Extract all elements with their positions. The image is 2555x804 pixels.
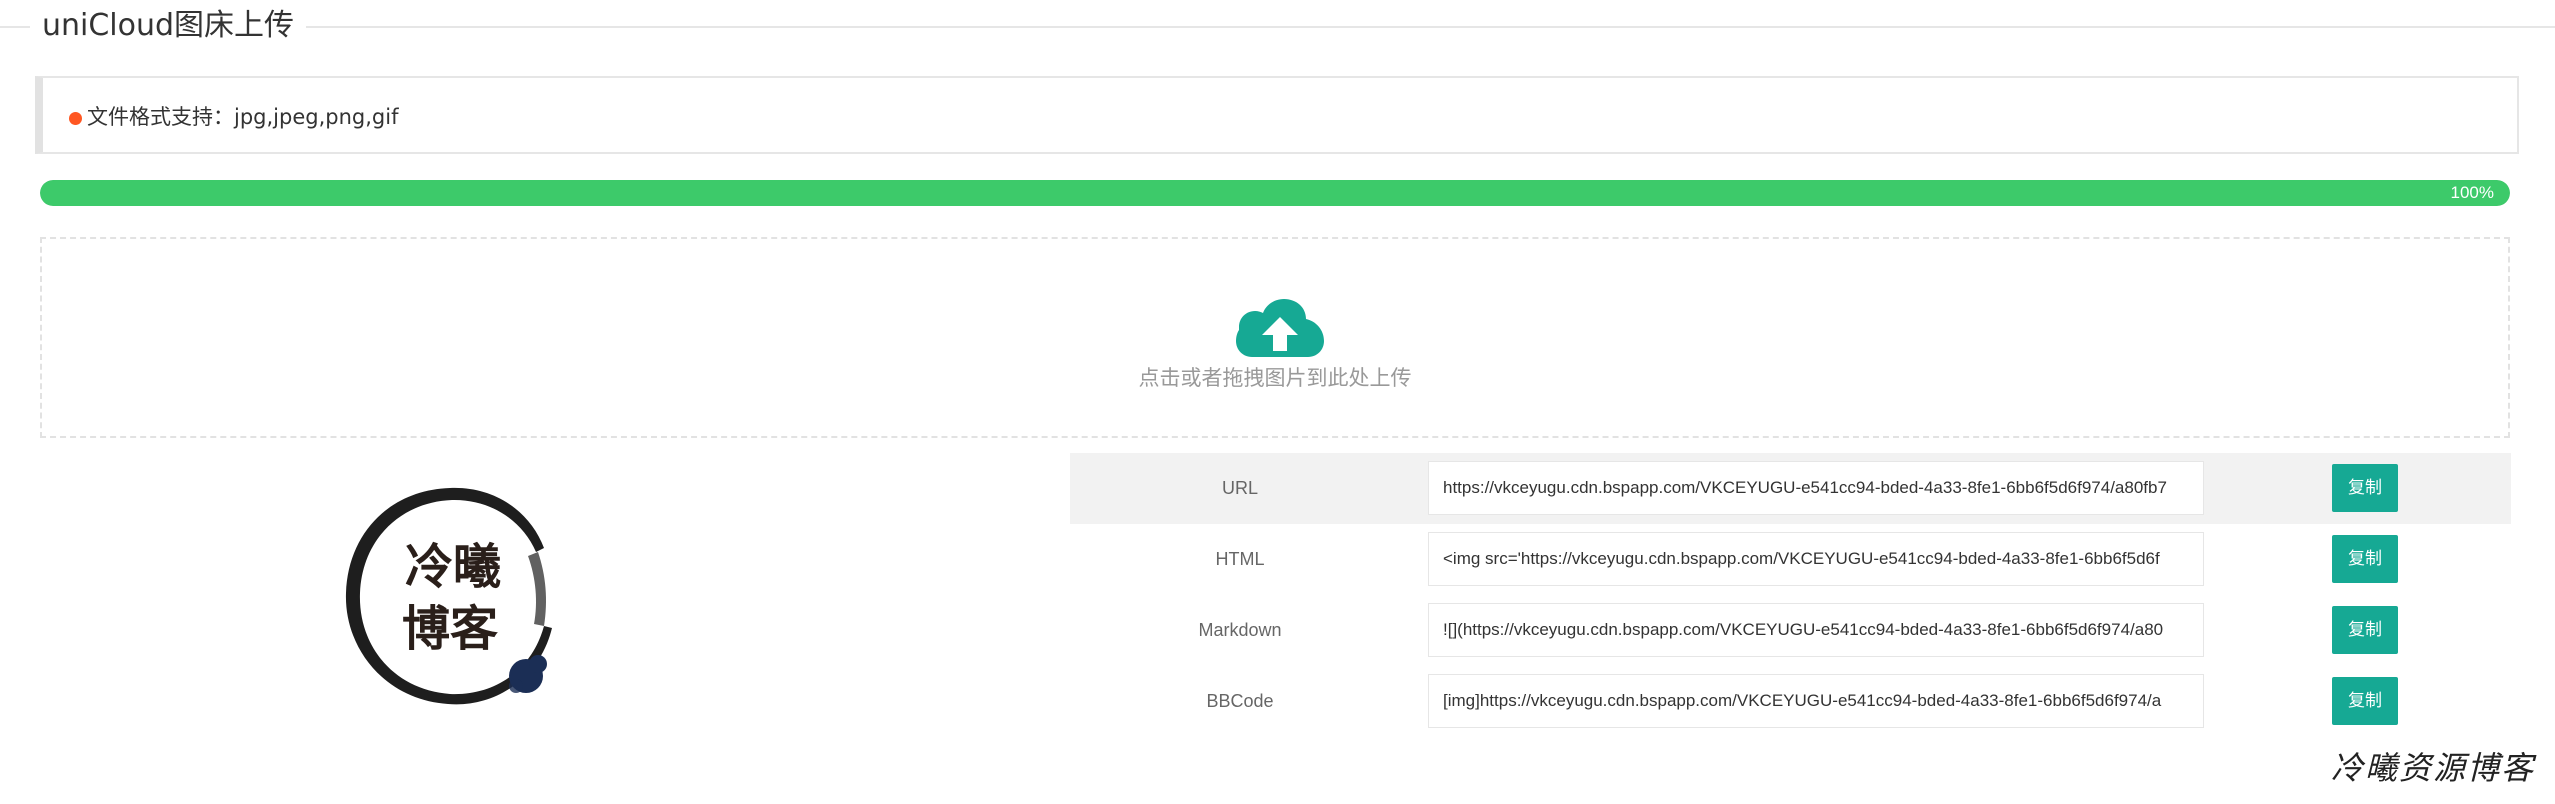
format-notice-text: 文件格式支持：jpg,jpeg,png,gif: [87, 105, 399, 129]
link-table: URL 复制 HTML 复制 Markdown 复制 BBCode 复制: [1070, 453, 2511, 737]
copy-bbcode-button[interactable]: 复制: [2332, 677, 2398, 725]
copy-url-button[interactable]: 复制: [2332, 464, 2398, 512]
format-notice: 文件格式支持：jpg,jpeg,png,gif: [35, 76, 2519, 154]
link-row-markdown: Markdown 复制: [1070, 595, 2511, 666]
watermark-text: 冷曦资源博客: [2330, 749, 2535, 787]
page-title: uniCloud图床上传: [30, 6, 307, 46]
blog-logo: 冷曦 博客: [345, 487, 552, 705]
link-label-html: HTML: [1215, 549, 1265, 569]
markdown-link-field[interactable]: [1428, 603, 2204, 657]
logo-text-line2: 博客: [402, 601, 498, 657]
html-link-field[interactable]: [1428, 532, 2204, 586]
upload-progress-bar: 100%: [40, 180, 2510, 206]
progress-fill: 100%: [40, 180, 2510, 206]
copy-html-button[interactable]: 复制: [2332, 535, 2398, 583]
link-row-html: HTML 复制: [1070, 524, 2511, 595]
link-row-bbcode: BBCode 复制: [1070, 666, 2511, 737]
upload-page: uniCloud图床上传 文件格式支持：jpg,jpeg,png,gif 100…: [0, 0, 2555, 804]
link-row-url: URL 复制: [1070, 453, 2511, 524]
bullet-dot-icon: [69, 112, 82, 125]
logo-text-line1: 冷曦: [405, 539, 501, 595]
link-label-url: URL: [1221, 478, 1258, 498]
copy-markdown-button[interactable]: 复制: [2332, 606, 2398, 654]
url-link-field[interactable]: [1428, 461, 2204, 515]
link-label-bbcode: BBCode: [1206, 691, 1274, 711]
page-header: uniCloud图床上传: [0, 0, 2555, 52]
upload-dropzone[interactable]: 点击或者拖拽图片到此处上传: [40, 237, 2510, 438]
header-divider: [0, 26, 2555, 28]
bbcode-link-field[interactable]: [1428, 674, 2204, 728]
link-label-markdown: Markdown: [1198, 620, 1282, 640]
cloud-upload-icon: [1236, 299, 1324, 357]
upload-hint: 点击或者拖拽图片到此处上传: [1138, 366, 1412, 390]
progress-label: 100%: [2450, 183, 2494, 202]
